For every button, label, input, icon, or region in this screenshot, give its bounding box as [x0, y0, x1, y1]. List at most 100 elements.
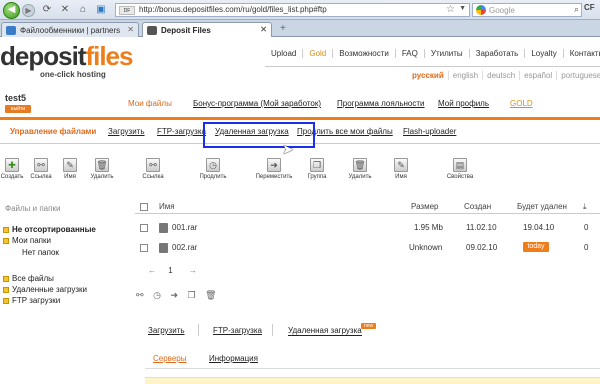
- menu-gold[interactable]: Gold: [302, 49, 332, 58]
- file-name[interactable]: 002.rar: [172, 243, 197, 252]
- menu-contacts[interactable]: Контакты: [562, 49, 600, 58]
- file-created: 11.02.10: [466, 223, 497, 232]
- tool-label: Имя: [64, 174, 76, 180]
- delete-folder-button[interactable]: 🗑 Удалить: [77, 158, 127, 180]
- download-icon[interactable]: ⤓: [583, 202, 587, 212]
- folder-icon: [3, 286, 9, 293]
- star-icon[interactable]: ☆: [446, 4, 455, 15]
- site-logo[interactable]: depositfiles: [0, 41, 133, 72]
- lang-russian[interactable]: русский: [408, 71, 448, 80]
- trash-icon: 🗑: [95, 158, 109, 172]
- tree-my-folders[interactable]: Мои папки: [3, 236, 51, 245]
- col-size[interactable]: Размер: [411, 202, 439, 211]
- pagination: ← 1 →: [148, 266, 197, 275]
- search-placeholder: Google: [489, 6, 515, 15]
- dropdown-arrow-icon[interactable]: ▼: [459, 5, 466, 12]
- close-icon[interactable]: ✕: [127, 25, 134, 34]
- tab-upload[interactable]: Загрузить: [148, 326, 185, 335]
- trash-icon[interactable]: 🗑: [205, 290, 216, 300]
- col-created[interactable]: Создан: [464, 202, 491, 211]
- tool-label: Имя: [395, 174, 407, 180]
- lang-english[interactable]: english: [447, 71, 482, 80]
- close-icon[interactable]: ✕: [260, 25, 267, 34]
- next-page-icon[interactable]: →: [189, 266, 197, 275]
- search-icon[interactable]: ⌕: [574, 4, 579, 15]
- lang-german[interactable]: deutsch: [482, 71, 519, 80]
- row-checkbox[interactable]: [140, 244, 148, 252]
- move-arrow-icon[interactable]: ➜: [170, 290, 178, 300]
- rename-icon: ✎: [63, 158, 77, 172]
- logout-button[interactable]: выйти: [5, 105, 31, 113]
- tool-label: Ссылка: [142, 174, 164, 180]
- file-name[interactable]: 001.rar: [172, 223, 197, 232]
- home-icon[interactable]: ⌂: [76, 3, 90, 17]
- tool-label: Переместить: [255, 174, 293, 180]
- search-input[interactable]: Google ⌕: [472, 3, 582, 17]
- language-selector: русский english deutsch español portugue…: [408, 71, 600, 80]
- tree-all-files[interactable]: Все файлы: [3, 274, 54, 283]
- group-icon[interactable]: ❐: [188, 290, 196, 300]
- row-checkbox[interactable]: [140, 224, 148, 232]
- back-button[interactable]: ◀: [3, 2, 20, 19]
- tree-remote-uploads[interactable]: Удаленные загрузки: [3, 285, 87, 294]
- menu-upload[interactable]: Upload: [265, 49, 302, 58]
- tree-label: Мои папки: [12, 236, 51, 245]
- tree-label: Все файлы: [12, 274, 54, 283]
- tab-remote-upload[interactable]: Удаленная загрузка: [288, 326, 362, 336]
- address-text[interactable]: http://bonus.depositfiles.com/ru/gold/fi…: [139, 5, 327, 14]
- page-number[interactable]: 1: [168, 266, 172, 275]
- rename-file-button[interactable]: ✎ Имя: [376, 158, 426, 180]
- bookmark-icon[interactable]: ▣: [94, 3, 108, 17]
- new-badge: new: [361, 323, 377, 329]
- expires-today-badge: today: [523, 242, 549, 252]
- nav-my-profile[interactable]: Мой профиль: [438, 99, 489, 108]
- subnav-flash-uploader[interactable]: Flash-uploader: [403, 127, 456, 136]
- reload-icon[interactable]: ⟳: [40, 3, 54, 17]
- menu-earn[interactable]: Заработать: [468, 49, 525, 58]
- extend-button[interactable]: ◷ Продлить: [188, 158, 238, 180]
- subnav-file-management[interactable]: Управление файлами: [10, 127, 96, 136]
- menu-features[interactable]: Возможности: [332, 49, 395, 58]
- menu-faq[interactable]: FAQ: [394, 49, 424, 58]
- tab-servers[interactable]: Серверы: [153, 354, 186, 363]
- menu-utilities[interactable]: Утилиты: [423, 49, 469, 58]
- lang-spanish[interactable]: español: [519, 71, 556, 80]
- col-expires[interactable]: Будет удален: [517, 202, 567, 211]
- file-icon: [159, 223, 168, 233]
- prev-page-icon[interactable]: ←: [148, 266, 156, 275]
- browser-logo: CF: [584, 3, 595, 12]
- clock-icon[interactable]: ◷: [153, 290, 161, 300]
- subnav-upload[interactable]: Загрузить: [108, 127, 145, 136]
- address-bar[interactable]: DF http://bonus.depositfiles.com/ru/gold…: [115, 3, 470, 17]
- nav-gold[interactable]: GOLD: [510, 99, 533, 108]
- forward-button[interactable]: ▶: [22, 4, 35, 17]
- folders-panel: Файлы и папки Не отсортированные Мои пап…: [0, 198, 125, 308]
- table-row[interactable]: 001.rar 1.95 Mb 11.02.10 19.04.10 0: [135, 218, 600, 238]
- folder-icon: [3, 226, 9, 233]
- properties-button[interactable]: ▤ Свойства: [435, 158, 485, 180]
- select-all-checkbox[interactable]: [140, 203, 148, 211]
- logo-word-accent: files: [85, 41, 133, 71]
- nav-bonus-program[interactable]: Бонус-программа (Мой заработок): [193, 99, 321, 108]
- clock-icon: ◷: [206, 158, 220, 172]
- subnav-ftp-upload[interactable]: FTP-загрузка: [157, 127, 206, 136]
- tab-information[interactable]: Информация: [209, 354, 258, 363]
- col-name[interactable]: Имя: [159, 202, 175, 211]
- browser-tab-partners[interactable]: Файлообменники | partners ✕: [1, 22, 139, 37]
- nav-my-files[interactable]: Мои файлы: [128, 99, 172, 108]
- nav-loyalty-program[interactable]: Программа лояльности: [337, 99, 425, 108]
- menu-loyalty[interactable]: Loyalty: [524, 49, 562, 58]
- upload-tabs: Загрузить FTP-загрузка Удаленная загрузк…: [0, 322, 600, 340]
- file-link-button[interactable]: ⚯ Ссылка: [128, 158, 178, 180]
- tab-ftp-upload[interactable]: FTP-загрузка: [213, 326, 262, 335]
- tree-ftp-uploads[interactable]: FTP загрузки: [3, 296, 60, 305]
- stop-icon[interactable]: ✕: [58, 3, 72, 17]
- link-icon[interactable]: ⚯: [136, 290, 144, 300]
- tree-unsorted[interactable]: Не отсортированные: [3, 225, 96, 234]
- new-tab-button[interactable]: +: [280, 23, 286, 34]
- lang-portuguese[interactable]: portuguese: [556, 71, 600, 80]
- top-menu: Upload Gold Возможности FAQ Утилиты Зара…: [265, 49, 600, 58]
- table-row[interactable]: 002.rar Unknown 09.02.10 today 0: [135, 238, 600, 258]
- browser-tab-deposit-files[interactable]: Deposit Files ✕: [142, 22, 272, 37]
- highlight-annotation: [203, 122, 315, 148]
